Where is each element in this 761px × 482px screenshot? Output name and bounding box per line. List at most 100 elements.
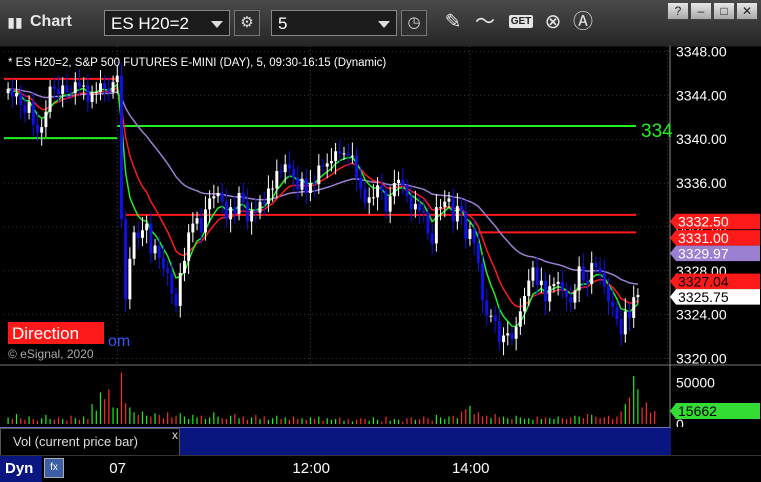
moving-average-line <box>7 86 639 308</box>
candle-body <box>535 267 539 286</box>
close-icon[interactable]: x <box>172 428 178 442</box>
interval-clock-button[interactable]: ◷ <box>401 10 427 36</box>
candle-body <box>191 223 195 233</box>
candle-body <box>161 257 165 269</box>
candle-body <box>455 206 459 222</box>
volume-tick-label: 50000 <box>676 375 715 391</box>
price-tag-text: 3327.04 <box>678 273 729 289</box>
candle-body <box>598 267 602 273</box>
candle-body <box>287 164 291 169</box>
maximize-button[interactable]: □ <box>713 2 735 20</box>
chevron-down-icon[interactable] <box>211 21 223 28</box>
help-button[interactable]: ? <box>667 2 689 20</box>
candle-body <box>241 192 245 202</box>
candle-body <box>418 203 422 211</box>
volume-value-text: 15662 <box>678 403 717 419</box>
time-label: 12:00 <box>292 460 330 477</box>
candle-body <box>485 300 489 316</box>
clock-icon: ◷ <box>407 14 421 31</box>
symbol-settings-button[interactable]: ⚙ <box>234 10 260 36</box>
candle-body <box>392 183 396 197</box>
price-chart[interactable]: 3348.003344.003340.003336.003332.003328.… <box>0 46 761 427</box>
candle-body <box>376 185 380 198</box>
candle-body <box>619 319 623 335</box>
price-tick-label: 3336.00 <box>676 175 727 191</box>
candle-body <box>531 267 535 281</box>
candle-body <box>397 179 401 184</box>
candle-body <box>266 188 270 204</box>
candle-body <box>23 105 27 113</box>
price-tag-text: 3331.00 <box>678 230 729 246</box>
alert-icon[interactable]: Ⓐ <box>570 9 596 35</box>
watermark-link: om <box>108 333 130 350</box>
candle-body <box>15 93 18 97</box>
candle-body <box>216 192 220 197</box>
close-circle-icon[interactable]: ⊗ <box>540 9 566 35</box>
candle-body <box>346 153 350 156</box>
interval-input[interactable]: 5 <box>271 10 397 36</box>
dynamic-button[interactable]: Dyn <box>0 456 42 482</box>
candle-body <box>409 196 413 210</box>
candle-body <box>220 192 224 202</box>
candle-body <box>594 263 598 268</box>
studies-icon[interactable]: 〜 <box>472 9 498 35</box>
candle-body <box>86 85 90 102</box>
volume-series <box>7 372 656 424</box>
candle-body <box>313 183 317 185</box>
candle-body <box>586 280 589 284</box>
candle-body <box>434 207 438 244</box>
chevron-down-icon[interactable] <box>378 21 390 28</box>
symbol-input[interactable]: ES H20=2 <box>104 10 230 36</box>
get-data-icon[interactable]: GET <box>506 9 536 35</box>
candle-body <box>195 218 199 224</box>
moving-averages <box>7 82 639 328</box>
candle-body <box>497 321 501 343</box>
candle-body <box>107 88 111 93</box>
candle-body <box>367 197 371 203</box>
minimize-button[interactable]: – <box>690 2 712 20</box>
candle-body <box>174 293 178 306</box>
candle-body <box>78 82 81 87</box>
volume-legend-label[interactable]: Vol (current price bar) <box>0 428 180 456</box>
candle-body <box>308 183 312 193</box>
candle-body <box>208 198 212 210</box>
candle-body <box>325 163 329 167</box>
draw-pencil-icon[interactable]: ✎ <box>440 9 466 35</box>
candle-body <box>254 210 258 213</box>
candle-body <box>556 281 560 284</box>
candle-body <box>565 290 568 298</box>
candle-body <box>342 153 346 155</box>
get-label: GET <box>508 15 534 28</box>
candle-body <box>413 203 417 210</box>
fx-button[interactable]: fx <box>44 458 64 478</box>
candle-body <box>90 92 94 102</box>
close-button[interactable]: ✕ <box>736 2 758 20</box>
candle-body <box>48 86 52 112</box>
candle-body <box>334 151 338 162</box>
candle-body <box>615 306 619 320</box>
time-axis-bar: Dyn fx 07 12:00 14:00 <box>0 455 761 482</box>
candle-body <box>10 88 14 97</box>
candle-body <box>447 198 451 202</box>
candle-body <box>275 171 279 189</box>
candle-body <box>52 86 56 89</box>
candle-body <box>250 210 254 222</box>
candle-body <box>128 258 132 300</box>
candle-body <box>405 185 409 197</box>
candle-body <box>544 280 547 302</box>
candle-body <box>170 272 174 294</box>
candle-body <box>258 201 262 213</box>
candle-body <box>132 232 136 259</box>
indicator-legend-bar: Vol (current price bar) x <box>0 427 671 456</box>
candle-body <box>304 178 308 193</box>
candle-body <box>518 311 522 327</box>
candle-body <box>224 201 228 220</box>
candle-body <box>573 290 577 303</box>
candle-body <box>69 92 73 94</box>
candle-body <box>182 260 186 273</box>
candle-body <box>44 111 48 128</box>
chart-window-icon: ▮▮ <box>7 14 23 30</box>
candle-body <box>569 297 573 303</box>
candle-body <box>560 281 564 291</box>
candle-body <box>300 178 304 190</box>
